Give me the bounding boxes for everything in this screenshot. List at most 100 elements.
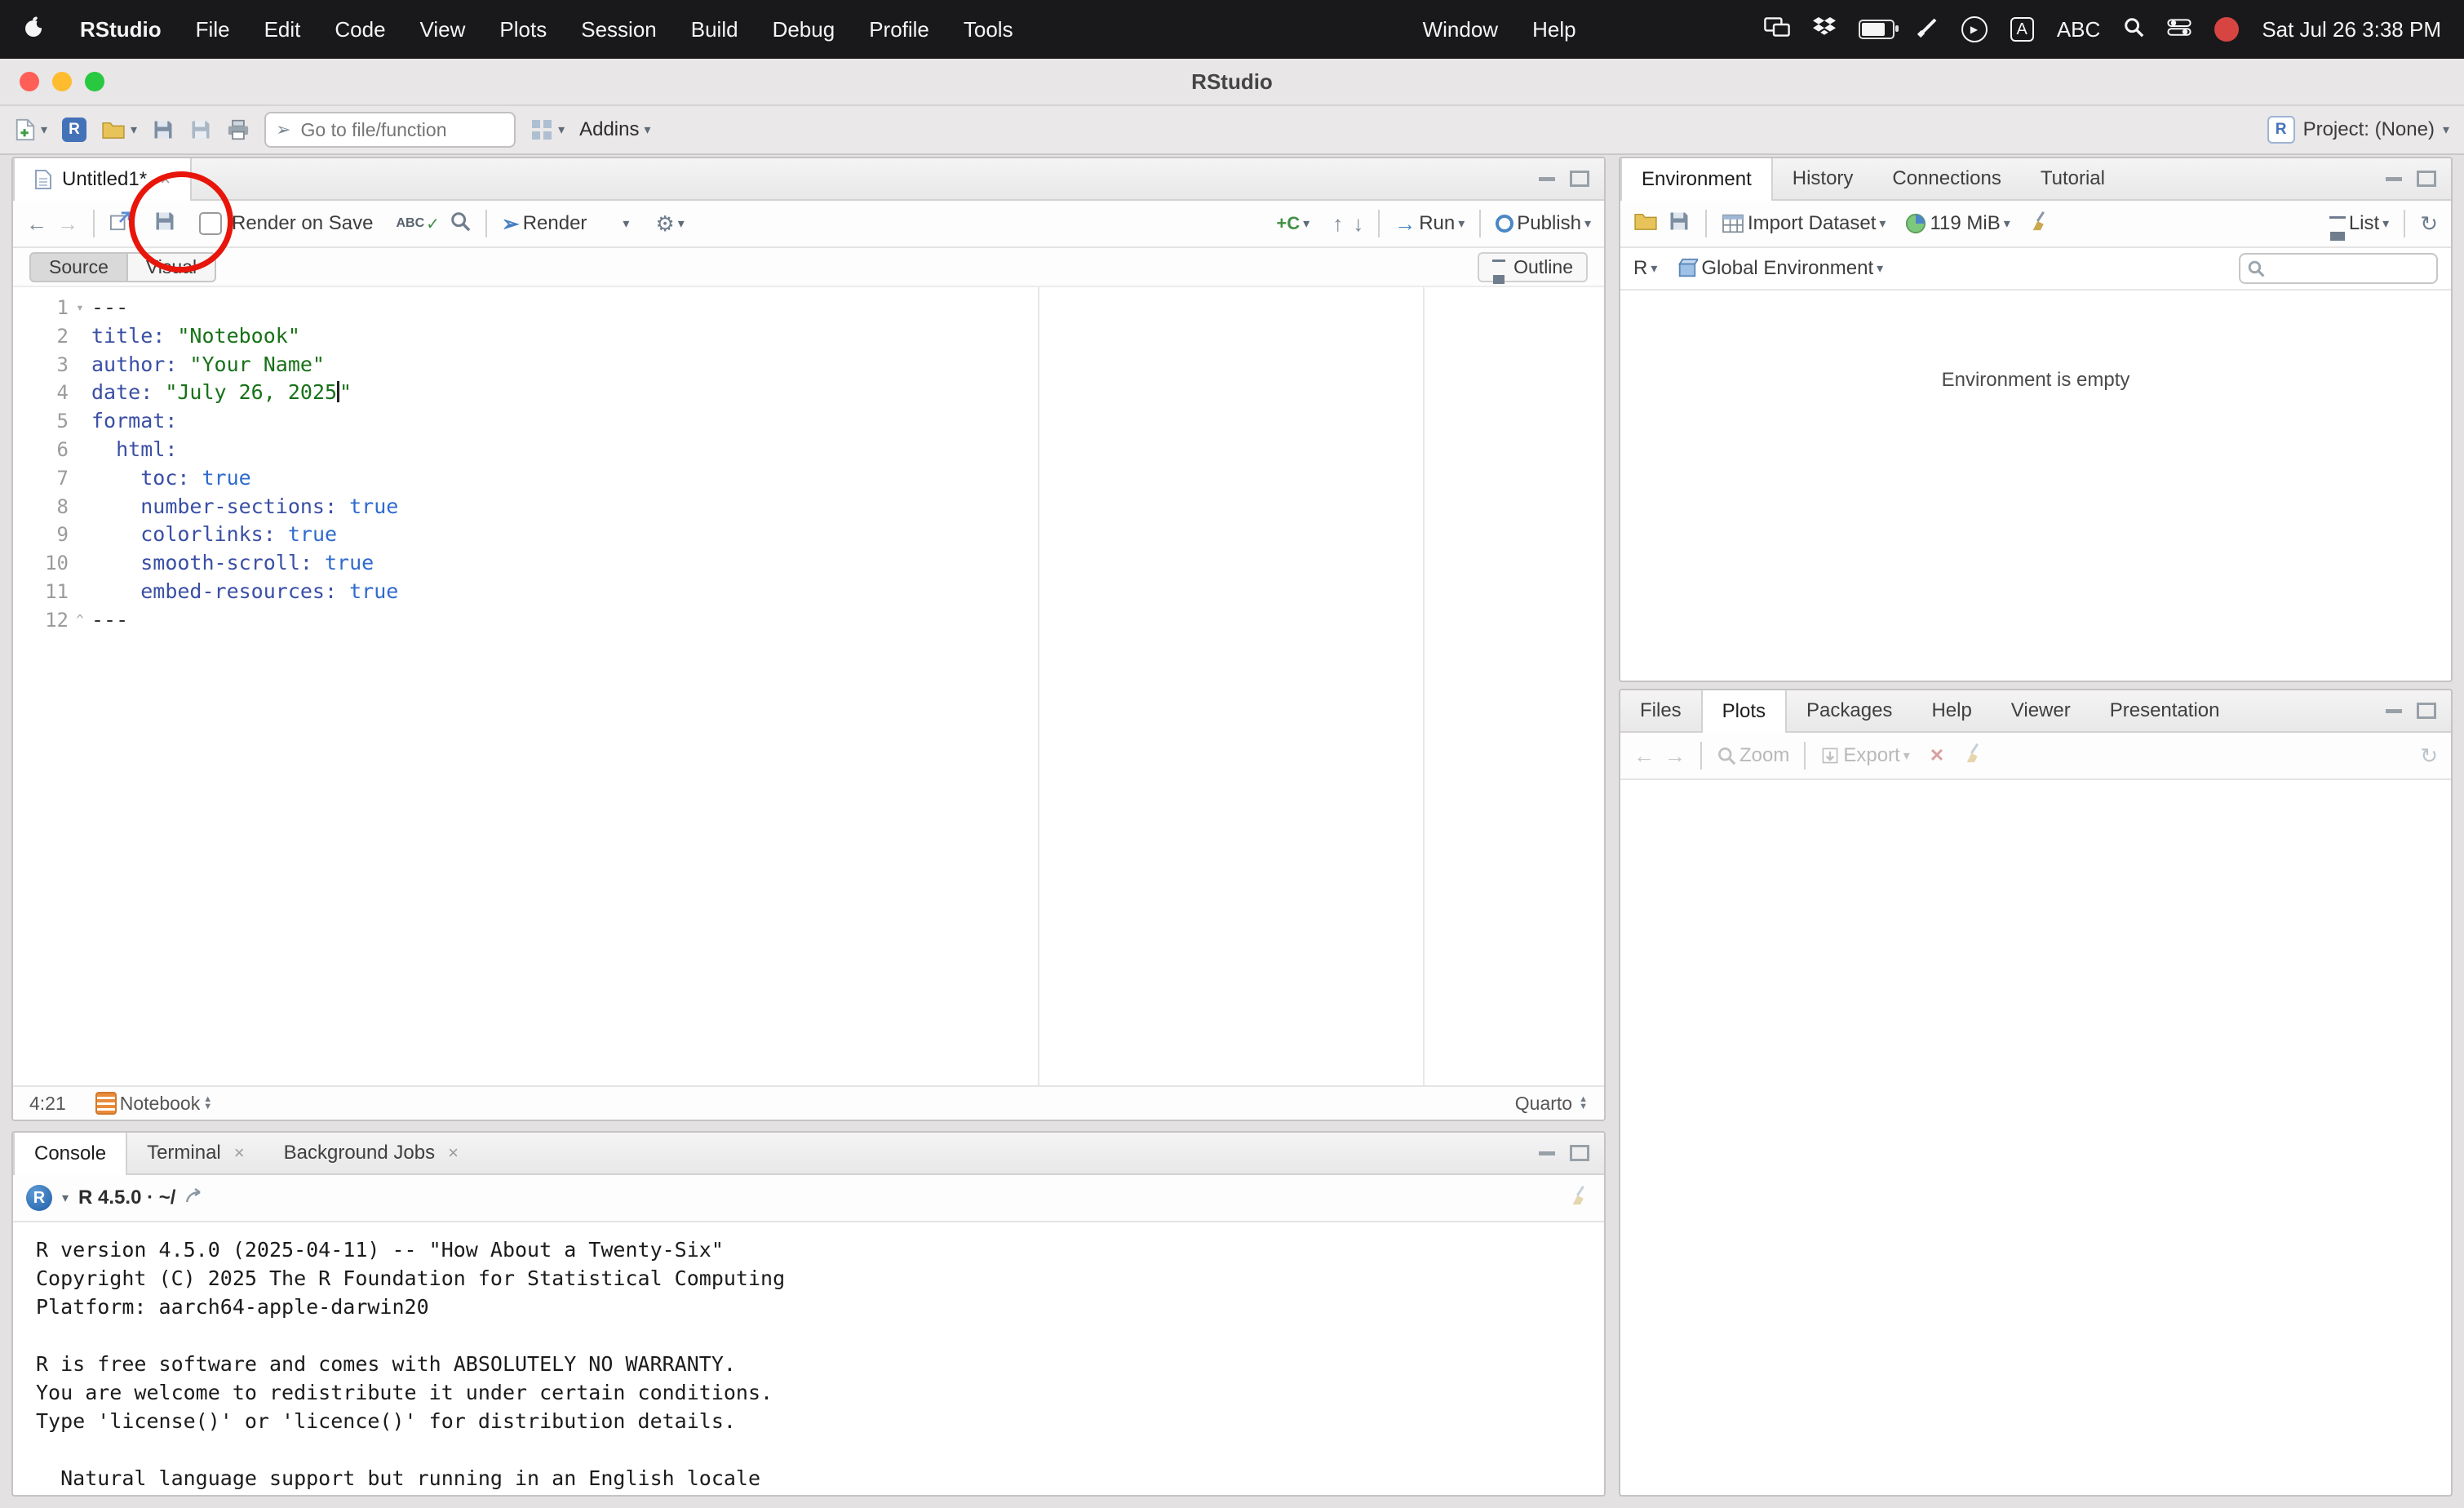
window-close-button[interactable] [20, 72, 39, 91]
goto-file-function-input[interactable] [298, 118, 484, 143]
environment-search-box[interactable] [2239, 253, 2438, 284]
control-center-icon[interactable] [2167, 17, 2191, 42]
console-tab-background-jobs[interactable]: Background Jobs× [264, 1133, 478, 1173]
export-plot-button[interactable]: Export ▾ [1820, 744, 1909, 767]
save-document-icon[interactable] [153, 210, 176, 238]
input-source-label[interactable]: ABC [2057, 17, 2100, 42]
files-tab-files[interactable]: Files [1620, 690, 1701, 731]
save-all-button[interactable] [189, 118, 212, 141]
window-minimize-button[interactable] [52, 72, 72, 91]
console-tab-console[interactable]: Console [13, 1133, 127, 1175]
minimize-pane-icon[interactable] [2386, 177, 2402, 181]
clear-plots-icon[interactable] [1964, 743, 1985, 770]
menubar-clock[interactable]: Sat Jul 26 3:38 PM [2262, 17, 2441, 42]
spellcheck-icon[interactable]: ABC✓ [396, 214, 439, 234]
menu-item-tools[interactable]: Tools [964, 17, 1013, 42]
remove-plot-icon[interactable]: ✕ [1930, 745, 1944, 766]
minimize-pane-icon[interactable] [1539, 1151, 1555, 1155]
minimize-pane-icon[interactable] [1539, 177, 1555, 181]
run-next-icon[interactable]: ↓ [1353, 211, 1363, 237]
run-previous-icon[interactable]: ↑ [1332, 211, 1343, 237]
apple-menu-icon[interactable] [23, 16, 46, 44]
display-mirroring-icon[interactable] [1764, 17, 1790, 42]
clear-console-icon[interactable] [1570, 1185, 1591, 1212]
run-button[interactable]: → Run ▾ [1394, 211, 1465, 237]
files-tab-help[interactable]: Help [1912, 690, 1991, 731]
document-outline-selector[interactable]: Notebook ▲▼ [95, 1092, 212, 1115]
save-workspace-icon[interactable] [1668, 210, 1691, 238]
memory-usage-button[interactable]: 119 MiB ▾ [1905, 212, 2010, 235]
files-tab-presentation[interactable]: Presentation [2090, 690, 2240, 731]
console-output[interactable]: R version 4.5.0 (2025-04-11) -- "How Abo… [13, 1222, 1604, 1495]
input-source-a-icon[interactable]: A [2010, 17, 2034, 42]
open-in-new-window-icon[interactable] [109, 211, 131, 237]
publish-button[interactable]: Publish ▾ [1496, 212, 1591, 235]
find-replace-icon[interactable] [450, 211, 471, 237]
environment-tab-history[interactable]: History [1773, 158, 1873, 199]
pane-layout-button[interactable]: ▾ [530, 118, 565, 141]
previous-plot-icon[interactable]: ← [1633, 743, 1655, 769]
play-circle-icon[interactable]: ▶ [1961, 16, 1988, 42]
document-type-selector[interactable]: Quarto ▲▼ [1515, 1093, 1588, 1115]
menu-item-profile[interactable]: Profile [869, 17, 929, 42]
r-version-label[interactable]: R 4.5.0 · ~/ [78, 1186, 175, 1209]
menu-app-name[interactable]: RStudio [80, 17, 162, 42]
files-tab-plots[interactable]: Plots [1701, 690, 1787, 733]
save-button[interactable] [152, 118, 175, 141]
maximize-pane-icon[interactable] [2417, 703, 2436, 719]
maximize-pane-icon[interactable] [1570, 171, 1589, 187]
goto-file-function-box[interactable]: ➢ [264, 112, 516, 148]
code-editor[interactable]: 1▾---2title: "Notebook"3author: "Your Na… [13, 287, 1604, 1085]
refresh-plots-icon[interactable]: ↻ [2420, 743, 2438, 769]
menu-item-code[interactable]: Code [335, 17, 385, 42]
zoom-plot-button[interactable]: Zoom [1717, 744, 1789, 767]
language-selector[interactable]: R ▾ [1633, 257, 1657, 280]
spotlight-search-icon[interactable] [2123, 16, 2144, 43]
source-tab-untitled1[interactable]: Untitled1* × [13, 158, 192, 201]
global-environment-selector[interactable]: Global Environment ▾ [1677, 257, 1883, 280]
menu-item-plots[interactable]: Plots [499, 17, 547, 42]
menu-item-window[interactable]: Window [1423, 17, 1498, 42]
console-tab-terminal[interactable]: Terminal× [127, 1133, 264, 1173]
environment-view-button[interactable]: List ▾ [2329, 212, 2389, 235]
close-tab-icon[interactable]: × [234, 1142, 245, 1164]
render-on-save-checkbox[interactable] [199, 212, 222, 235]
print-button[interactable] [227, 119, 250, 140]
render-button[interactable]: ➢ Render [502, 211, 587, 237]
environment-tab-tutorial[interactable]: Tutorial [2021, 158, 2125, 199]
next-plot-icon[interactable]: → [1664, 743, 1686, 769]
import-dataset-button[interactable]: Import Dataset ▾ [1722, 212, 1886, 235]
files-tab-packages[interactable]: Packages [1787, 690, 1912, 731]
maximize-pane-icon[interactable] [1570, 1145, 1589, 1161]
dropbox-icon[interactable] [1813, 17, 1836, 42]
user-avatar-icon[interactable] [2214, 17, 2239, 42]
open-file-button[interactable]: ▾ [101, 120, 137, 140]
addins-button[interactable]: Addins ▾ [579, 118, 650, 141]
new-file-button[interactable]: ▾ [15, 118, 47, 141]
forward-icon[interactable]: → [57, 211, 78, 237]
outline-button[interactable]: Outline [1478, 252, 1588, 282]
environment-tab-environment[interactable]: Environment [1620, 158, 1773, 201]
visual-mode-button[interactable]: Visual [128, 252, 216, 282]
battery-icon[interactable] [1859, 20, 1895, 39]
menu-item-edit[interactable]: Edit [264, 17, 301, 42]
menu-item-view[interactable]: View [420, 17, 466, 42]
menu-item-build[interactable]: Build [691, 17, 738, 42]
new-project-button[interactable]: R [62, 118, 86, 142]
menu-item-session[interactable]: Session [581, 17, 657, 42]
environment-search-input[interactable] [2270, 256, 2423, 281]
goto-directory-icon[interactable] [185, 1186, 205, 1209]
files-tab-viewer[interactable]: Viewer [1992, 690, 2090, 731]
menu-item-file[interactable]: File [196, 17, 230, 42]
maximize-pane-icon[interactable] [2417, 171, 2436, 187]
menu-item-debug[interactable]: Debug [773, 17, 835, 42]
back-icon[interactable]: ← [26, 211, 47, 237]
project-selector[interactable]: R Project: (None) ▾ [2267, 116, 2449, 144]
close-tab-icon[interactable]: × [160, 169, 171, 190]
environment-tab-connections[interactable]: Connections [1872, 158, 2020, 199]
source-mode-button[interactable]: Source [29, 252, 128, 282]
render-settings-button[interactable]: ⚙ ▾ [655, 211, 684, 237]
insert-chunk-button[interactable]: +C ▾ [1276, 213, 1310, 234]
clear-environment-icon[interactable] [2030, 211, 2051, 237]
minimize-pane-icon[interactable] [2386, 709, 2402, 713]
